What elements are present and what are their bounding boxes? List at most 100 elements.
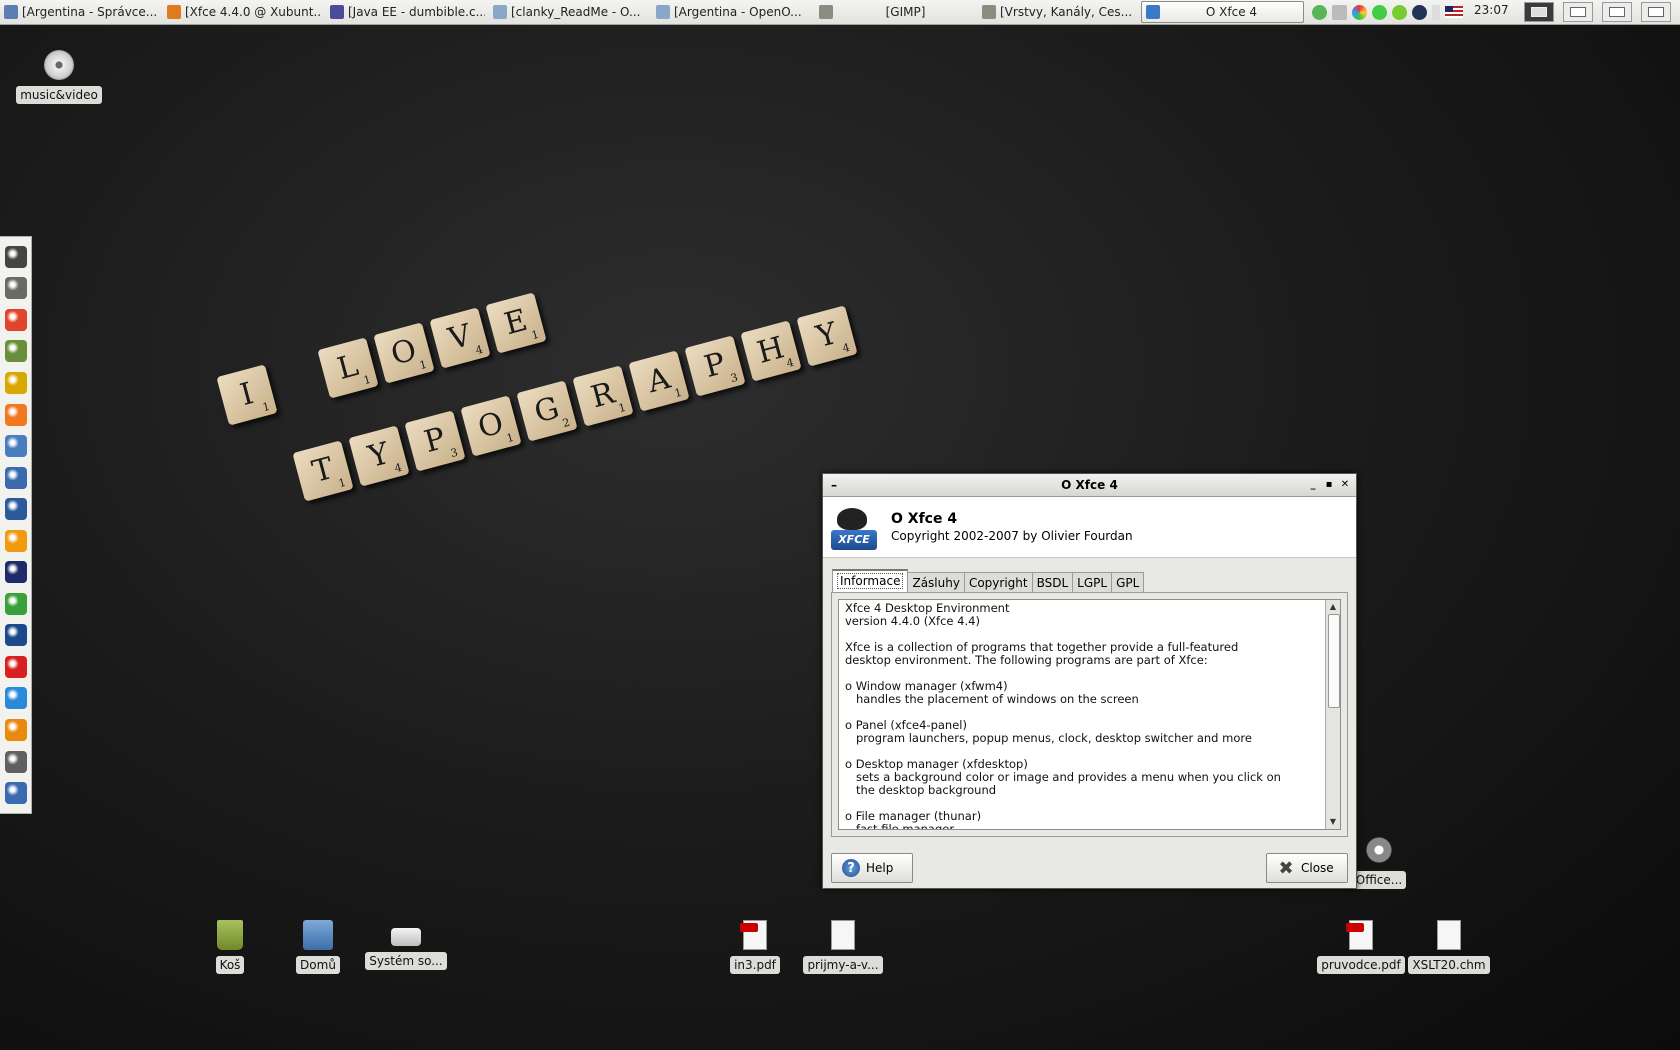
desktop-icon-label: prijmy-a-v...	[803, 956, 883, 974]
desktop-icon[interactable]: pruvodce.pdf	[1316, 920, 1406, 974]
workspace-4[interactable]	[1640, 2, 1671, 22]
help-button[interactable]: ? Help	[831, 853, 913, 883]
scrabble-tile: L1	[317, 337, 379, 399]
copyright-text: Copyright 2002-2007 by Olivier Fourdan	[891, 529, 1133, 543]
tile-letter: T	[308, 451, 338, 491]
launcher-icon[interactable]	[4, 340, 27, 363]
network-icon[interactable]	[1312, 4, 1327, 20]
taskbar-button[interactable]: [Argentina - Správce...	[0, 1, 163, 23]
launcher-icon[interactable]	[4, 371, 27, 394]
scrabble-tile: I1	[216, 364, 278, 426]
launcher-icon[interactable]	[4, 245, 27, 268]
tile-score: 1	[261, 399, 272, 415]
taskbar-button[interactable]: [Vrstvy, Kanály, Ces...	[978, 1, 1141, 23]
tab-label: BSDL	[1036, 576, 1069, 590]
tab-gpl[interactable]: GPL	[1111, 572, 1145, 592]
launcher-dock	[0, 236, 32, 814]
tile-letter: G	[530, 390, 563, 431]
xfce-logo-icon: XFCE	[831, 504, 877, 550]
launcher-icon[interactable]	[4, 277, 27, 300]
desktop-icon[interactable]: Domů	[273, 920, 363, 974]
tile-score: 4	[393, 460, 404, 476]
desktop-icon[interactable]: in3.pdf	[710, 920, 800, 974]
info-textview[interactable]: Xfce 4 Desktop Environment version 4.4.0…	[838, 599, 1341, 830]
close-button[interactable]: ✖ Close	[1266, 853, 1348, 883]
taskbar-button-label: [clanky_ReadMe - O...	[511, 5, 641, 19]
launcher-icon[interactable]	[4, 718, 27, 741]
desktop-icon[interactable]: prijmy-a-v...	[798, 920, 888, 974]
help-button-label: Help	[866, 861, 894, 875]
scroll-up-icon[interactable]: ▲	[1326, 600, 1340, 614]
workspace-1[interactable]	[1523, 2, 1554, 22]
launcher-icon[interactable]	[4, 466, 27, 489]
launcher-icon[interactable]	[4, 498, 27, 521]
minimize-icon[interactable]: _	[1308, 480, 1318, 490]
launcher-icon[interactable]	[4, 529, 27, 552]
bluetooth-icon[interactable]	[1412, 4, 1427, 20]
launcher-icon[interactable]	[4, 782, 27, 805]
taskbar-button[interactable]: [Xfce 4.4.0 @ Xubunt...	[163, 1, 326, 23]
scrabble-tile: Y4	[796, 305, 858, 367]
tab-copyright[interactable]: Copyright	[963, 572, 1033, 592]
dialog-titlebar[interactable]: – O Xfce 4 _ ▪ ✕	[823, 474, 1356, 497]
workspace-3[interactable]	[1601, 2, 1632, 22]
workspace-2[interactable]	[1562, 2, 1593, 22]
tile-score: 1	[617, 400, 628, 416]
tile-score: 3	[449, 445, 460, 461]
taskbar-button[interactable]: O Xfce 4	[1141, 1, 1304, 23]
tile-score: 1	[530, 327, 541, 343]
tab-panel: Xfce 4 Desktop Environment version 4.4.0…	[831, 592, 1348, 837]
mail-icon[interactable]	[1332, 4, 1347, 20]
launcher-icon[interactable]	[4, 308, 27, 331]
launcher-icon[interactable]	[4, 750, 27, 773]
close-icon[interactable]: ✕	[1340, 480, 1350, 490]
im-icon[interactable]	[1372, 4, 1387, 20]
player-icon[interactable]	[1392, 4, 1407, 20]
clock[interactable]: 23:07	[1474, 3, 1509, 17]
tab-zásluhy[interactable]: Zásluhy	[907, 572, 965, 592]
launcher-icon[interactable]	[4, 624, 27, 647]
taskbar-button[interactable]: [Argentina - OpenO...	[652, 1, 815, 23]
taskbar-button[interactable]: [Java EE - dumbible.c...	[326, 1, 489, 23]
scroll-down-icon[interactable]: ▼	[1326, 815, 1340, 829]
taskbar-button-label: [Argentina - Správce...	[22, 5, 158, 19]
taskbar-button[interactable]: [clanky_ReadMe - O...	[489, 1, 652, 23]
keyboard-layout-flag-icon[interactable]	[1445, 6, 1463, 18]
taskbar-button[interactable]: [GIMP]	[815, 1, 978, 23]
tile-score: 4	[841, 340, 852, 356]
tile-letter: Y	[812, 316, 841, 355]
scrabble-tile: O1	[373, 322, 435, 384]
tab-bsdl[interactable]: BSDL	[1031, 572, 1074, 592]
dialog-header: XFCE O Xfce 4 Copyright 2002-2007 by Oli…	[823, 497, 1356, 558]
launcher-icon[interactable]	[4, 561, 27, 584]
tile-letter: L	[333, 348, 363, 388]
desktop-icon[interactable]: music&video	[14, 50, 104, 104]
tile-score: 1	[362, 372, 373, 388]
tile-letter: R	[587, 375, 619, 416]
chrome-icon[interactable]	[1352, 4, 1367, 20]
desktop-icon-label: pruvodce.pdf	[1317, 956, 1405, 974]
desktop-icon[interactable]: Koš	[185, 920, 275, 974]
tab-informace[interactable]: Informace	[832, 569, 909, 592]
launcher-icon[interactable]	[4, 687, 27, 710]
desktop-icon[interactable]: XSLT20.chm	[1404, 920, 1494, 974]
tile-letter: E	[500, 302, 531, 343]
desktop-icon[interactable]: Systém so...	[361, 920, 451, 970]
tile-score: 4	[474, 342, 485, 358]
desktop-icon-label: in3.pdf	[730, 956, 780, 974]
launcher-icon[interactable]	[4, 592, 27, 615]
taskbar-button-label: [Argentina - OpenO...	[674, 5, 802, 19]
scroll-thumb[interactable]	[1328, 614, 1340, 708]
firefox-icon	[167, 5, 181, 19]
maximize-icon[interactable]: ▪	[1324, 480, 1334, 490]
pdf-file-icon	[740, 920, 767, 950]
launcher-icon[interactable]	[4, 655, 27, 678]
launcher-icon[interactable]	[4, 435, 27, 458]
tab-lgpl[interactable]: LGPL	[1072, 572, 1113, 592]
tab-label: Copyright	[968, 576, 1028, 590]
scrabble-tile: T1	[292, 440, 354, 502]
vertical-scrollbar[interactable]: ▲ ▼	[1325, 600, 1340, 829]
launcher-icon[interactable]	[4, 403, 27, 426]
tab-label: Zásluhy	[912, 576, 960, 590]
about-dialog[interactable]: – O Xfce 4 _ ▪ ✕ XFCE O Xfce 4 Copyright…	[822, 473, 1357, 889]
